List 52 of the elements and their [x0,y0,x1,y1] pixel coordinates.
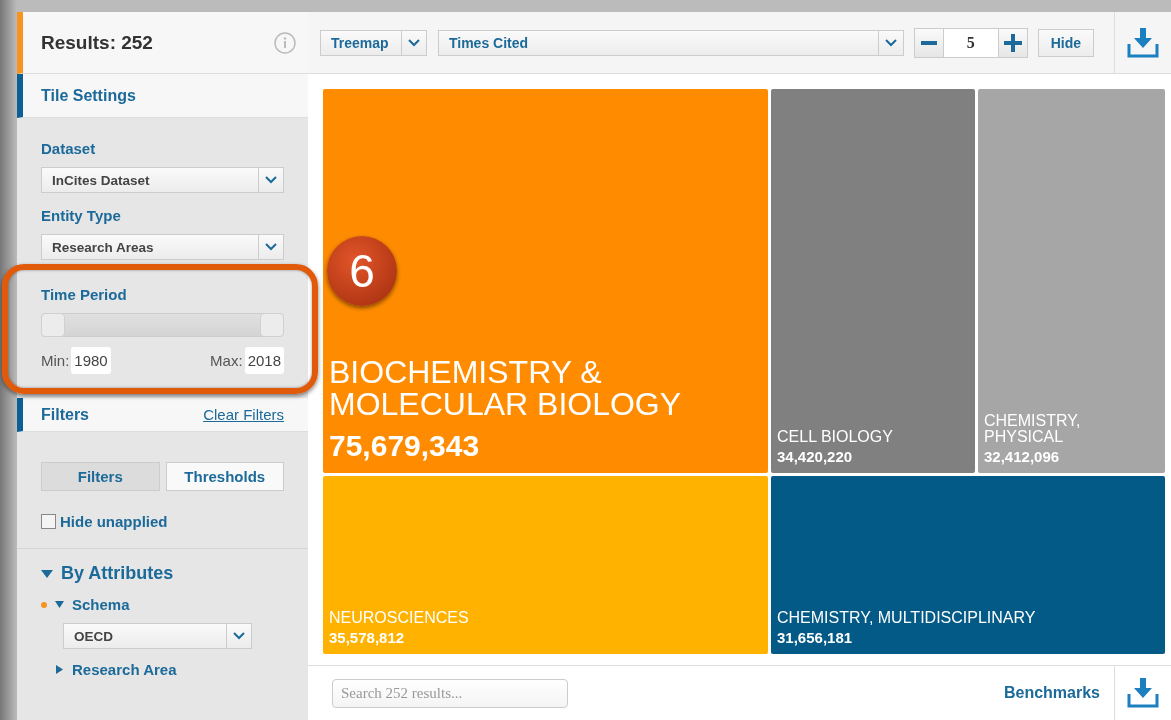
caret-icon[interactable] [55,665,64,674]
plus-icon [1003,33,1022,52]
treemap-tile[interactable]: CHEMISTRY, MULTIDISCIPLINARY 31,656,181 [771,476,1165,654]
field-label: Time Period [41,286,128,303]
slider-handle[interactable] [260,313,284,337]
tile-value: 34,420,220 [777,448,854,465]
tile-value: 75,679,343 [329,429,481,463]
chevron-down-icon[interactable] [407,38,420,47]
min-year-field[interactable]: 1980 [71,347,111,374]
caret-icon[interactable] [55,600,64,609]
group-title[interactable]: By Attributes [61,563,174,584]
metric-select[interactable]: Times Cited [437,29,904,56]
download-icon[interactable] [1127,27,1159,58]
tile-value: 31,656,181 [777,629,854,646]
min-label: Min: [41,352,70,369]
max-year-field[interactable]: 2018 [244,347,284,374]
entity-type-select[interactable]: Research Areas [41,234,284,260]
mode-tab[interactable]: Thresholds [165,462,284,491]
field-label: Entity Type [41,207,122,224]
slider-handle[interactable] [41,313,65,337]
tile-label: CHEMISTRY, MULTIDISCIPLINARY [777,610,1037,626]
caret-icon[interactable] [41,568,53,579]
filter-item[interactable]: Schema [72,596,130,613]
plus-button[interactable] [998,28,1027,57]
minus-button[interactable] [914,28,943,57]
field-label: Dataset [41,140,97,157]
max-label: Max: [210,352,243,369]
checkbox-label: Hide unapplied [60,513,168,530]
mode-tab[interactable]: Filters [41,462,160,491]
clear-filters-link[interactable]: Clear Filters [203,406,284,423]
tile-label: NEUROSCIENCES [329,610,470,626]
schema-select[interactable]: OECD [63,623,252,649]
hide-button[interactable]: Hide [1037,28,1095,57]
tile-label: BIOCHEMISTRY & MOLECULAR BIOLOGY [329,355,683,421]
tile-label: CHEMISTRY, PHYSICAL [984,413,1082,445]
section-title: Tile Settings [41,86,137,105]
count-field[interactable]: 5 [942,28,999,57]
tile-value: 35,578,812 [329,629,406,646]
results-count: Results: 252 [41,31,154,54]
download-icon[interactable] [1127,678,1159,708]
search-field[interactable]: Search 252 results... [332,678,568,708]
tile-label: CELL BIOLOGY [777,429,894,445]
chevron-down-icon[interactable] [884,38,897,47]
benchmarks-link[interactable]: Benchmarks [1003,684,1100,702]
section-title: Filters [41,405,90,424]
dataset-select[interactable]: InCites Dataset [41,167,284,193]
checkbox[interactable] [41,514,56,529]
minus-icon [920,40,937,45]
filter-item[interactable]: Research Area [72,661,177,678]
tile-value: 32,412,096 [984,448,1061,465]
treemap-tile[interactable]: CELL BIOLOGY 34,420,220 [771,89,975,473]
visualization-select[interactable]: Treemap [320,29,427,56]
